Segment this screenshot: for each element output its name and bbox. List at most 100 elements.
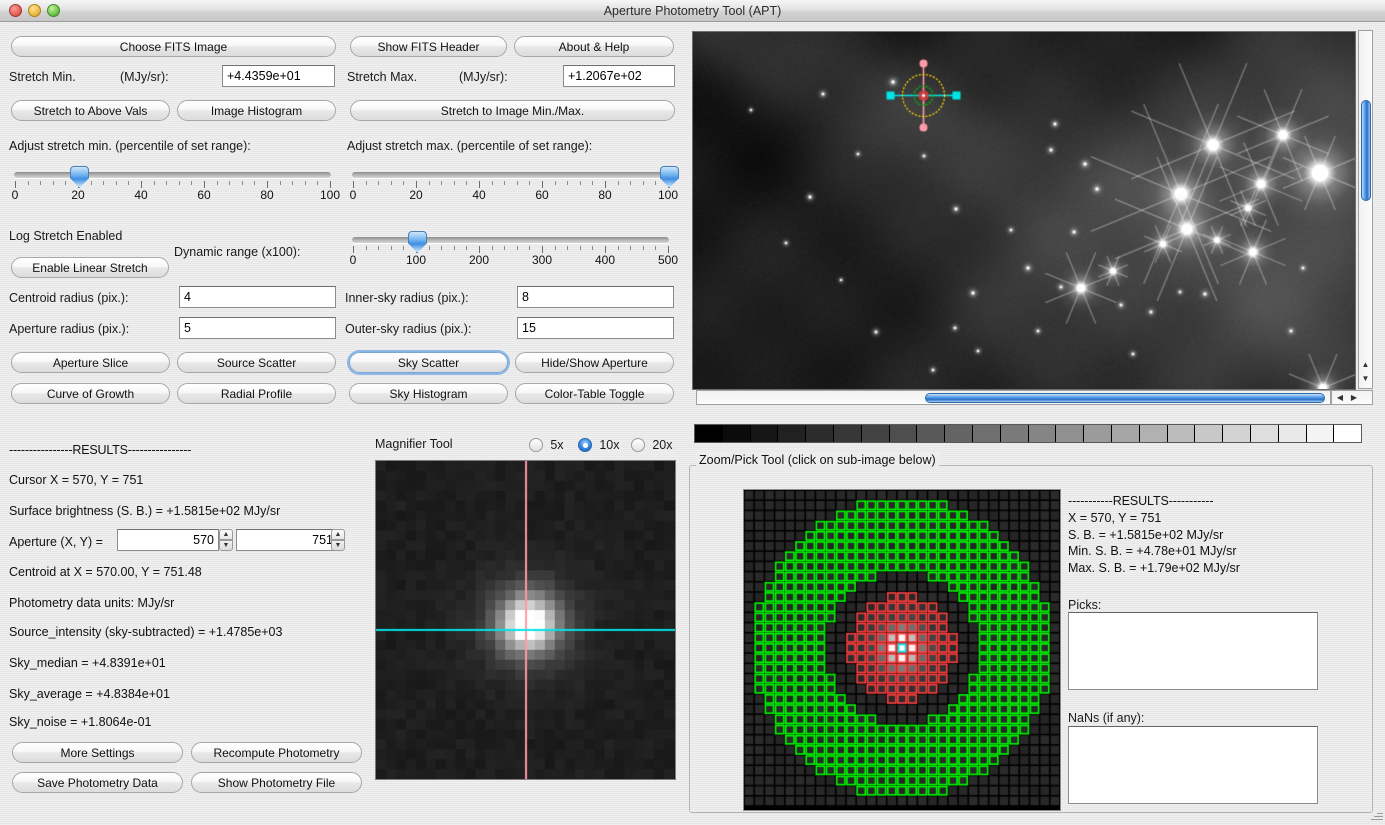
image-histogram-button[interactable]: Image Histogram [177, 100, 336, 121]
scroll-up-arrow-icon[interactable]: ▲ [1359, 361, 1372, 369]
colorbar-step [861, 425, 890, 442]
inner-sky-radius-input[interactable]: 8 [517, 286, 674, 308]
image-vertical-scroll-thumb[interactable] [1361, 100, 1371, 201]
slider-ticks [352, 181, 669, 188]
colorbar-step [1334, 425, 1362, 442]
nans-listbox[interactable] [1068, 726, 1318, 804]
radio-5x-icon[interactable] [529, 437, 543, 452]
centroid-radius-input[interactable]: 4 [179, 286, 336, 308]
results-header: ----------------RESULTS---------------- [9, 443, 192, 457]
aperture-slice-button[interactable]: Aperture Slice [11, 352, 170, 373]
aperture-y-input[interactable]: 751 [236, 529, 338, 551]
aperture-radius-label: Aperture radius (pix.): [9, 322, 130, 336]
image-vertical-scrollbar[interactable]: ▲ ▼ [1358, 30, 1373, 389]
results-cursor: Cursor X = 570, Y = 751 [9, 473, 144, 487]
source-scatter-button[interactable]: Source Scatter [177, 352, 336, 373]
stretch-to-above-vals-button[interactable]: Stretch to Above Vals [11, 100, 170, 121]
magnifier-option-20x[interactable]: 20x [631, 437, 673, 452]
stretch-min-input[interactable]: +4.4359e+01 [222, 65, 335, 87]
image-horizontal-scroll-arrows[interactable]: ◀ ▶ [1331, 390, 1373, 405]
colorbar-step [1250, 425, 1279, 442]
stepper-up-arrow-icon[interactable]: ▲ [219, 529, 233, 540]
hide-show-aperture-button[interactable]: Hide/Show Aperture [515, 352, 674, 373]
aperture-xy-label: Aperture (X, Y) = [9, 535, 103, 549]
radio-20x-icon[interactable] [631, 437, 645, 452]
show-fits-header-button[interactable]: Show FITS Header [350, 36, 507, 57]
results-sky-average: Sky_average = +4.8384e+01 [9, 687, 170, 701]
adjust-stretch-min-label: Adjust stretch min. (percentile of set r… [9, 139, 251, 153]
stretch-max-slider[interactable]: 0 20 40 60 80 100 [350, 166, 679, 202]
choose-fits-image-button[interactable]: Choose FITS Image [11, 36, 336, 57]
image-horizontal-scrollbar[interactable] [696, 390, 1331, 405]
results-centroid: Centroid at X = 570.00, Y = 751.48 [9, 565, 202, 579]
slider-ticks [14, 181, 331, 188]
aperture-x-stepper[interactable]: ▲ ▼ [219, 529, 233, 551]
magnifier-title: Magnifier Tool [375, 437, 453, 451]
sky-scatter-button[interactable]: Sky Scatter [349, 352, 508, 373]
dynamic-range-slider[interactable]: 0 100 200 300 400 500 [350, 231, 678, 267]
slider-tick-label: 100 [657, 188, 679, 202]
enable-linear-stretch-button[interactable]: Enable Linear Stretch [11, 257, 169, 278]
radial-profile-button[interactable]: Radial Profile [177, 383, 336, 404]
slider-tick-label: 0 [11, 188, 19, 202]
slider-track [352, 237, 669, 243]
zoom-pick-subimage[interactable] [743, 489, 1061, 811]
aperture-y-stepper[interactable]: ▲ ▼ [331, 529, 345, 551]
inner-sky-radius-label: Inner-sky radius (pix.): [345, 291, 469, 305]
colorbar-step [722, 425, 751, 442]
aperture-x-input[interactable]: 570 [117, 529, 219, 551]
recompute-photometry-button[interactable]: Recompute Photometry [191, 742, 362, 763]
stepper-up-arrow-icon[interactable]: ▲ [331, 529, 345, 540]
stepper-down-arrow-icon[interactable]: ▼ [219, 540, 233, 551]
dynamic-range-label: Dynamic range (x100): [174, 245, 301, 259]
results-source-intensity: Source_intensity (sky-subtracted) = +1.4… [9, 625, 283, 639]
image-horizontal-scroll-thumb[interactable] [925, 393, 1325, 403]
sky-histogram-button[interactable]: Sky Histogram [349, 383, 508, 404]
about-help-button[interactable]: About & Help [514, 36, 674, 57]
fits-image-view[interactable] [692, 31, 1356, 390]
colorbar-step [1028, 425, 1057, 442]
results-sky-median: Sky_median = +4.8391e+01 [9, 656, 166, 670]
slider-tick-label: 100 [319, 188, 341, 202]
color-table-toggle-button[interactable]: Color-Table Toggle [515, 383, 674, 404]
magnifier-option-5x[interactable]: 5x [529, 437, 564, 452]
magnifier-option-10x-label: 10x [599, 437, 620, 452]
slider-tick-label: 80 [598, 188, 612, 202]
window-title: Aperture Photometry Tool (APT) [603, 4, 782, 18]
radio-10x-icon[interactable] [578, 437, 592, 452]
stretch-max-input[interactable]: +1.2067e+02 [563, 65, 675, 87]
slider-tick-label: 60 [197, 188, 211, 202]
pick-results-header: -----------RESULTS----------- [1068, 494, 1214, 508]
scroll-right-arrow-icon[interactable]: ▶ [1348, 394, 1360, 402]
magnifier-option-10x[interactable]: 10x [578, 437, 620, 452]
slider-track [14, 172, 331, 178]
color-table-bar[interactable] [694, 424, 1362, 443]
scroll-left-arrow-icon[interactable]: ◀ [1334, 394, 1346, 402]
pick-results-sb: S. B. = +1.5815e+02 MJy/sr [1068, 528, 1224, 542]
zoom-pick-title: Zoom/Pick Tool (click on sub-image below… [696, 453, 939, 467]
aperture-radius-input[interactable]: 5 [179, 317, 336, 339]
slider-tick-label: 40 [472, 188, 486, 202]
title-bar: Aperture Photometry Tool (APT) [0, 0, 1385, 22]
stretch-to-image-minmax-button[interactable]: Stretch to Image Min./Max. [350, 100, 675, 121]
nans-label: NaNs (if any): [1068, 711, 1145, 725]
outer-sky-radius-input[interactable]: 15 [517, 317, 674, 339]
colorbar-step [1278, 425, 1307, 442]
colorbar-step [972, 425, 1001, 442]
stretch-min-slider[interactable]: 0 20 40 60 80 100 [12, 166, 340, 202]
picks-listbox[interactable] [1068, 612, 1318, 690]
scroll-down-arrow-icon[interactable]: ▼ [1359, 375, 1372, 383]
curve-of-growth-button[interactable]: Curve of Growth [11, 383, 170, 404]
slider-tick-label: 500 [657, 253, 679, 267]
colorbar-step [1195, 425, 1224, 442]
slider-tick-label: 40 [134, 188, 148, 202]
show-photometry-file-button[interactable]: Show Photometry File [191, 772, 362, 793]
more-settings-button[interactable]: More Settings [12, 742, 183, 763]
window-resize-grip[interactable] [1370, 811, 1383, 824]
colorbar-step [750, 425, 779, 442]
save-photometry-data-button[interactable]: Save Photometry Data [12, 772, 183, 793]
picks-label: Picks: [1068, 598, 1102, 612]
stretch-max-units: (MJy/sr): [459, 70, 508, 84]
stepper-down-arrow-icon[interactable]: ▼ [331, 540, 345, 551]
magnifier-view[interactable] [375, 460, 676, 780]
